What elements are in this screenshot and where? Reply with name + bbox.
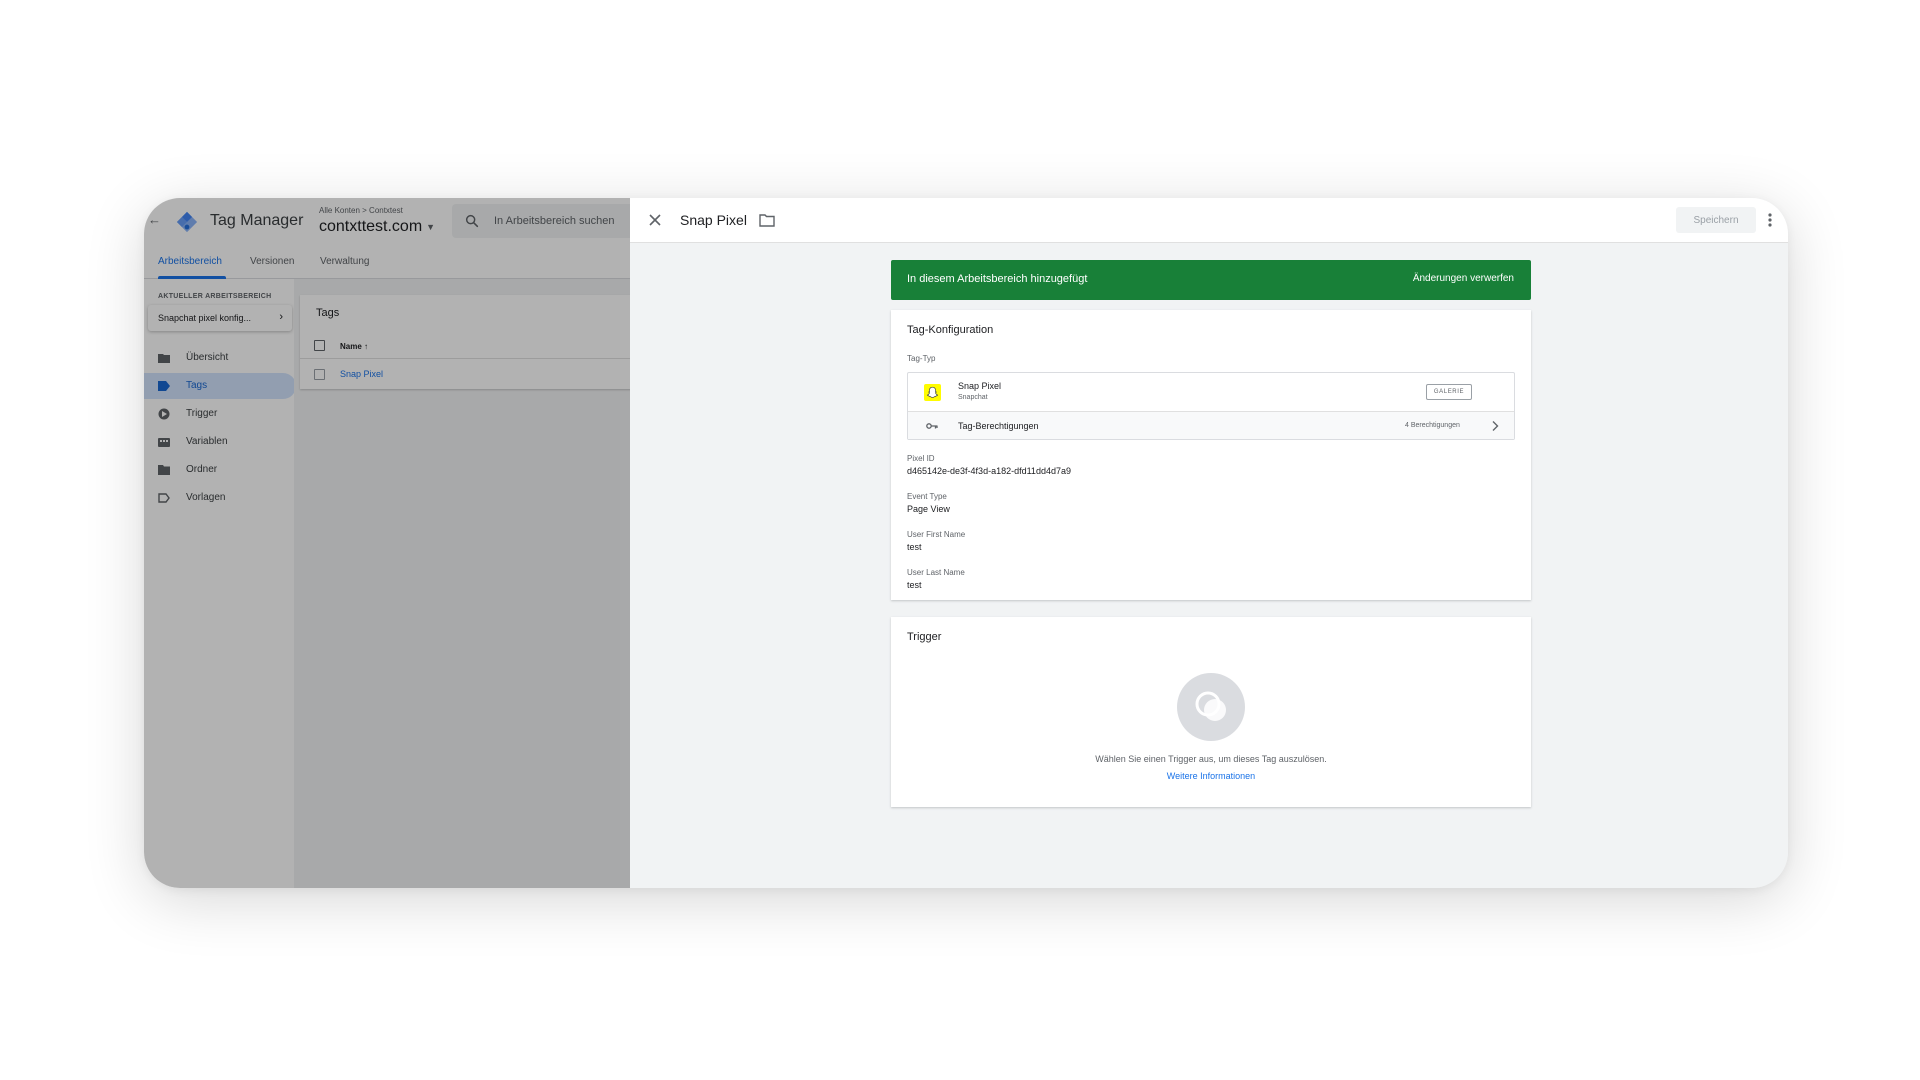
event-type-value: Page View	[907, 504, 950, 514]
background-app: ← Tag Manager Alle Konten > Contxtest co…	[144, 198, 652, 888]
pixel-id-value: d465142e-de3f-4f3d-a182-dfd11dd4d7a9	[907, 466, 1071, 476]
tag-type-label: Tag-Typ	[907, 354, 936, 363]
user-last-name-value: test	[907, 580, 922, 590]
learn-more-link[interactable]: Weitere Informationen	[891, 771, 1531, 781]
tag-configuration-card[interactable]: Tag-Konfiguration Tag-Typ Snap Pixel Sna…	[891, 310, 1531, 600]
status-banner: In diesem Arbeitsbereich hinzugefügt Änd…	[891, 260, 1531, 300]
key-icon	[926, 423, 938, 429]
banner-text: In diesem Arbeitsbereich hinzugefügt	[907, 273, 1088, 285]
user-last-name-label: User Last Name	[907, 568, 965, 577]
tag-type-box: Snap Pixel Snapchat GALERIE Tag-Berechti…	[907, 372, 1515, 440]
modal-scrim[interactable]	[144, 198, 630, 888]
panel-header: Snap Pixel Speichern	[630, 198, 1788, 243]
gallery-badge[interactable]: GALERIE	[1426, 384, 1472, 400]
close-icon[interactable]	[647, 212, 663, 228]
trigger-empty-text: Wählen Sie einen Trigger aus, um dieses …	[1095, 754, 1327, 764]
tag-type-vendor: Snapchat	[958, 394, 988, 401]
event-type-label: Event Type	[907, 492, 947, 501]
user-first-name-label: User First Name	[907, 530, 966, 539]
trigger-card[interactable]: Trigger Wählen Sie einen Trigger aus, um…	[891, 617, 1531, 807]
user-first-name-value: test	[907, 542, 922, 552]
tag-editor-panel: Snap Pixel Speichern In diesem Arbeitsbe…	[630, 198, 1788, 888]
tag-permissions-row[interactable]: Tag-Berechtigungen 4 Berechtigungen	[908, 411, 1514, 439]
tag-configuration-title: Tag-Konfiguration	[907, 324, 994, 336]
app-window: ← Tag Manager Alle Konten > Contxtest co…	[144, 198, 1788, 888]
tag-permissions-label: Tag-Berechtigungen	[958, 421, 1039, 431]
tag-type-row[interactable]: Snap Pixel Snapchat GALERIE	[908, 373, 1514, 411]
pixel-id-label: Pixel ID	[907, 454, 935, 463]
trigger-placeholder[interactable]	[1177, 673, 1245, 741]
chevron-right-icon	[1492, 421, 1499, 431]
folder-icon[interactable]	[759, 213, 775, 227]
trigger-title: Trigger	[907, 631, 942, 643]
permissions-count: 4 Berechtigungen	[1405, 422, 1460, 429]
discard-changes-button[interactable]: Änderungen verwerfen	[1413, 273, 1514, 284]
more-vert-icon[interactable]	[1762, 210, 1778, 230]
save-button[interactable]: Speichern	[1676, 207, 1756, 233]
trigger-empty-icon	[1195, 691, 1226, 721]
tag-title[interactable]: Snap Pixel	[680, 212, 747, 228]
tag-type-name: Snap Pixel	[958, 381, 1002, 391]
snapchat-icon	[924, 384, 941, 401]
